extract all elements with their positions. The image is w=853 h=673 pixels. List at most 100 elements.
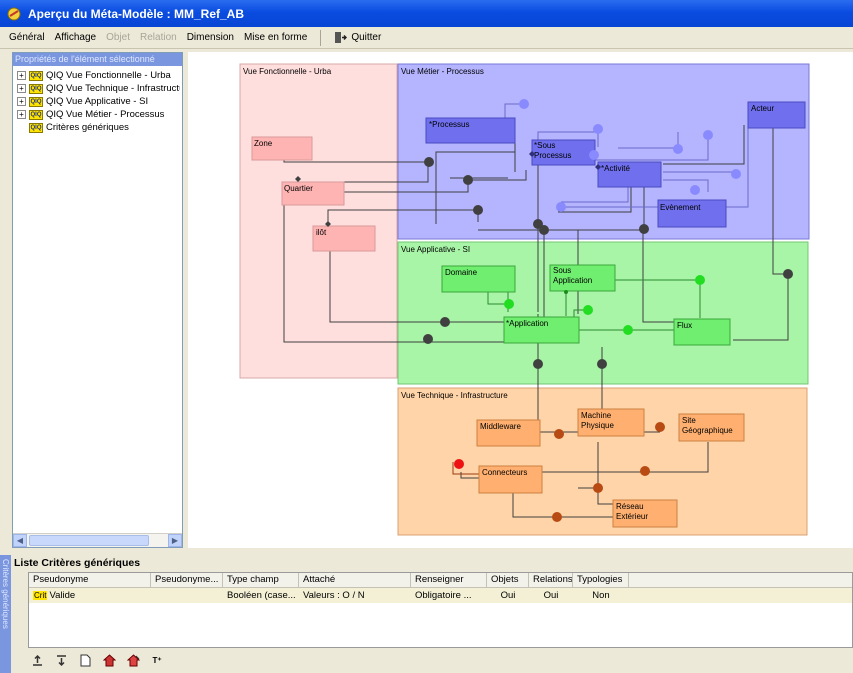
node-flux-label: Flux	[677, 321, 692, 330]
tree-item-label: QIQ Vue Applicative - SI	[46, 96, 149, 107]
app-icon	[7, 7, 21, 20]
relation-dot[interactable]	[690, 185, 700, 195]
relation-dot[interactable]	[695, 275, 705, 285]
menu-general[interactable]: Général	[4, 32, 50, 43]
menu-relation[interactable]: Relation	[135, 32, 182, 43]
node-site-label-1: Site	[682, 416, 696, 425]
relation-dot[interactable]	[593, 124, 603, 134]
relation-dot[interactable]	[504, 299, 514, 309]
node-zone-label: Zone	[254, 139, 273, 148]
relation-dot[interactable]	[556, 202, 566, 212]
tree-item-si[interactable]: + QIQ QIQ Vue Applicative - SI	[17, 95, 180, 108]
column-renseigner[interactable]: Renseigner	[411, 573, 487, 587]
horizontal-scrollbar[interactable]: ◀ ▶	[13, 533, 182, 547]
relation-dot[interactable]	[463, 175, 473, 185]
quit-label: Quitter	[351, 32, 382, 43]
tree-item-urba[interactable]: + QIQ QIQ Vue Fonctionnelle - Urba	[17, 69, 180, 82]
zone-technique-label: Vue Technique - Infrastructure	[401, 391, 508, 400]
properties-tree: + QIQ QIQ Vue Fonctionnelle - Urba + QIQ…	[13, 66, 182, 134]
table-row[interactable]: Crit Valide Booléen (case... Valeurs : O …	[29, 588, 852, 603]
relation-dot[interactable]	[519, 99, 529, 109]
zone-fonctionnelle	[239, 63, 398, 379]
column-pseudonyme[interactable]: Pseudonyme	[29, 573, 151, 587]
quit-button[interactable]: Quitter	[329, 31, 386, 44]
node-domaine-label: Domaine	[445, 268, 478, 277]
relation-dot[interactable]	[473, 205, 483, 215]
relation-dot[interactable]	[639, 224, 649, 234]
node-application-label: *Application	[506, 319, 548, 328]
crit-badge: Crit	[33, 591, 48, 600]
node-activite-label: *Activité	[601, 164, 630, 173]
tree-item-label: QIQ Vue Métier - Processus	[46, 109, 165, 120]
side-tab-criteres[interactable]: Critères génériques	[0, 555, 11, 673]
scroll-left-icon[interactable]: ◀	[13, 534, 27, 547]
expand-icon[interactable]: +	[17, 97, 26, 106]
cell-type-champ: Booléen (case...	[227, 590, 296, 601]
relation-dot[interactable]	[423, 334, 433, 344]
column-typologies[interactable]: Typologies	[573, 573, 629, 587]
node-quartier-label: Quartier	[284, 184, 313, 193]
tree-item-criteres[interactable]: QIQ Critères génériques	[17, 121, 180, 134]
list-title: Liste Critères génériques	[14, 557, 141, 569]
relation-dot[interactable]	[593, 483, 603, 493]
node-acteur-label: Acteur	[751, 104, 774, 113]
cell-pseudonyme-value: Valide	[49, 590, 76, 601]
node-machine-label-1: Machine	[581, 411, 612, 420]
relation-dot[interactable]	[554, 429, 564, 439]
properties-button[interactable]	[102, 653, 116, 667]
relation-dot[interactable]	[454, 459, 464, 469]
relation-dot[interactable]	[783, 269, 793, 279]
relation-dot[interactable]	[533, 359, 543, 369]
node-machine-label-2: Physique	[581, 421, 614, 430]
zone-metier-label: Vue Métier - Processus	[401, 67, 484, 76]
relation-dot[interactable]	[655, 422, 665, 432]
tree-item-infrastructure[interactable]: + QIQ QIQ Vue Technique - Infrastructure	[17, 82, 180, 95]
relation-dot[interactable]	[589, 150, 599, 160]
column-objets[interactable]: Objets	[487, 573, 529, 587]
diagram-canvas[interactable]: Vue Fonctionnelle - Urba Vue Métier - Pr…	[188, 52, 853, 548]
scroll-right-icon[interactable]: ▶	[168, 534, 182, 547]
relation-dot[interactable]	[564, 290, 568, 294]
expand-icon[interactable]: +	[17, 110, 26, 119]
move-up-button[interactable]	[30, 653, 44, 667]
relation-dot[interactable]	[597, 359, 607, 369]
relation-dot[interactable]	[539, 225, 549, 235]
meta-model-diagram: Vue Fonctionnelle - Urba Vue Métier - Pr…	[239, 63, 810, 536]
column-relations[interactable]: Relations	[529, 573, 573, 587]
bottom-toolbar: T⁺	[30, 651, 164, 669]
node-sous-processus-label-1: *Sous	[534, 141, 555, 150]
node-sous-application-label-1: Sous	[553, 266, 571, 275]
move-down-icon	[56, 654, 66, 666]
menu-mise-en-forme[interactable]: Mise en forme	[239, 32, 312, 43]
expand-icon[interactable]: +	[17, 71, 26, 80]
relation-dot[interactable]	[673, 144, 683, 154]
qiq-icon: QIQ	[29, 122, 43, 133]
scroll-thumb[interactable]	[29, 535, 149, 546]
qiq-icon: QIQ	[29, 83, 43, 94]
relation-dot[interactable]	[440, 317, 450, 327]
relation-dot[interactable]	[552, 512, 562, 522]
relation-dot[interactable]	[703, 130, 713, 140]
relation-dot[interactable]	[640, 466, 650, 476]
new-document-button[interactable]	[78, 653, 92, 667]
node-reseau-label-2: Extérieur	[616, 512, 648, 521]
move-down-button[interactable]	[54, 653, 68, 667]
menu-affichage[interactable]: Affichage	[50, 32, 102, 43]
menu-dimension[interactable]: Dimension	[182, 32, 239, 43]
tree-item-processus[interactable]: + QIQ QIQ Vue Métier - Processus	[17, 108, 180, 121]
text-format-button[interactable]: T⁺	[150, 653, 164, 667]
edit-icon	[126, 653, 140, 666]
expand-icon[interactable]: +	[17, 84, 26, 93]
menu-objet[interactable]: Objet	[101, 32, 135, 43]
column-pseudonyme2[interactable]: Pseudonyme...	[151, 573, 223, 587]
column-type-champ[interactable]: Type champ	[223, 573, 299, 587]
qiq-icon: QIQ	[29, 109, 43, 120]
relation-dot[interactable]	[583, 305, 593, 315]
column-attache[interactable]: Attaché	[299, 573, 411, 587]
relation-dot[interactable]	[623, 325, 633, 335]
menu-separator	[320, 29, 322, 46]
relation-dot[interactable]	[424, 157, 434, 167]
edit-button[interactable]	[126, 653, 140, 667]
relation-dot[interactable]	[731, 169, 741, 179]
move-up-icon	[32, 654, 42, 666]
